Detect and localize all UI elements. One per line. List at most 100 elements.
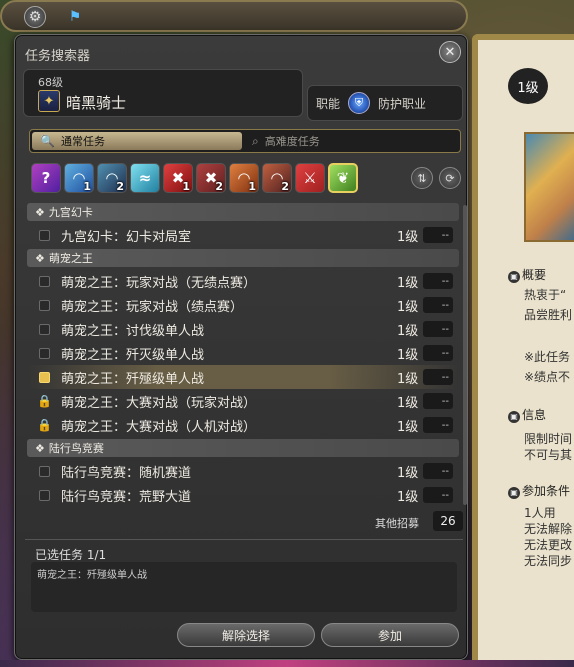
checkbox-checked[interactable] xyxy=(39,371,50,383)
guildhest-icon[interactable]: ◠ 2 xyxy=(97,163,127,193)
search-icon: ⌕ xyxy=(252,133,259,148)
duty-level: 1级 xyxy=(397,275,419,291)
duty-status: -- xyxy=(423,393,453,409)
duty-status: -- xyxy=(423,369,453,385)
condition-line: 1人用 xyxy=(524,506,556,520)
duty-status: -- xyxy=(423,487,453,503)
recruit-count: 26 xyxy=(433,511,463,531)
tab-high-end-duty[interactable]: ⌕ 高难度任务 xyxy=(244,130,460,152)
duty-name: 萌宠之王：大赛对战（人机对战） xyxy=(61,419,257,435)
duty-level: 1级 xyxy=(397,419,419,435)
refresh-icon[interactable]: ⟳ xyxy=(439,167,461,189)
category-header[interactable]: ❖ 萌宠之王 xyxy=(27,249,459,267)
recruit-label: 其他招募 xyxy=(375,517,419,530)
summary-line: 品尝胜利 xyxy=(524,308,573,322)
duty-category-filters: ? ◠ 1 ◠ 2 ≈ ✖ 1 ✖ 2 ◠ 1 ◠ 2 ⚔ ❦ xyxy=(31,163,358,193)
selected-list: 萌宠之王：歼殛级单人战 xyxy=(31,562,457,612)
list-item[interactable]: 萌宠之王：讨伐级单人战 1级 -- xyxy=(27,317,459,341)
checkbox[interactable] xyxy=(39,465,50,477)
quest-flag-icon[interactable]: ⚑ xyxy=(64,6,86,28)
job-name: 暗黑骑士 xyxy=(66,94,127,112)
duty-name: 陆行鸟竞赛：荒野大道 xyxy=(61,489,192,505)
duty-level: 1级 xyxy=(397,347,419,363)
duty-type-tabs: 🔍 通常任务 ⌕ 高难度任务 xyxy=(29,129,461,153)
category-header[interactable]: ❖ 九宫幻卡 xyxy=(27,203,459,221)
duty-name: 萌宠之王：大赛对战（玩家对战） xyxy=(61,395,257,411)
filter-count: 2 xyxy=(116,180,124,193)
ex-icon[interactable]: ◠ 2 xyxy=(262,163,292,193)
selected-item: 萌宠之王：歼殛级单人战 xyxy=(37,570,147,581)
close-icon[interactable]: ✕ xyxy=(439,41,461,63)
join-button[interactable]: 参加 xyxy=(321,623,459,647)
duty-level: 1级 xyxy=(397,299,419,315)
duty-name: 萌宠之王：歼殛级单人战 xyxy=(61,371,205,387)
tab-label: 高难度任务 xyxy=(264,135,320,148)
summary-heading: ▣ 概要 xyxy=(508,266,546,283)
checkbox[interactable] xyxy=(39,347,50,359)
duty-status: -- xyxy=(423,417,453,433)
filter-count: 1 xyxy=(83,180,91,193)
checkbox[interactable] xyxy=(39,299,50,311)
sort-icon[interactable]: ⇅ xyxy=(411,167,433,189)
duty-name: 九宫幻卡：幻卡对局室 xyxy=(61,229,192,245)
list-scrollbar[interactable] xyxy=(463,205,467,505)
search-icon: 🔍 xyxy=(40,134,55,148)
question-icon[interactable]: ? xyxy=(31,163,61,193)
duty-level-badge: 1级 xyxy=(508,68,548,104)
crossed-swords-icon[interactable]: ⚔ xyxy=(295,163,325,193)
filter-count: 2 xyxy=(281,180,289,193)
list-item[interactable]: 萌宠之王：玩家对战（无绩点赛） 1级 -- xyxy=(27,269,459,293)
duty-info-panel: 1级 ▣ 概要 热衷于“ 品尝胜利 ※此任务 ※绩点不 ▣ 信息 限制时间 不可与其… xyxy=(472,34,574,660)
job-panel: 68级 ✦ 暗黑骑士 xyxy=(23,69,303,117)
selected-duty-panel: 已选任务 1/1 萌宠之王：歼殛级单人战 xyxy=(25,539,463,613)
checkbox[interactable] xyxy=(39,323,50,335)
filter-count: 1 xyxy=(248,180,256,193)
checkbox[interactable] xyxy=(39,229,50,241)
tab-normal-duty[interactable]: 🔍 通常任务 xyxy=(32,132,242,150)
checkbox[interactable] xyxy=(39,275,50,287)
role-panel: 职能 ⛨ 防护职业 xyxy=(307,85,463,121)
list-item[interactable]: 陆行鸟竞赛：荒野大道 1级 -- xyxy=(27,483,459,505)
duty-thumbnail xyxy=(524,132,574,242)
duty-name: 陆行鸟竞赛：随机赛道 xyxy=(61,465,192,481)
pvp-icon[interactable]: ✖ 2 xyxy=(196,163,226,193)
summary-note: ※绩点不 xyxy=(524,370,571,384)
duty-list: ❖ 九宫幻卡 九宫幻卡：幻卡对局室 1级 -- ❖ 萌宠之王 萌宠之王：玩家对战（无… xyxy=(27,201,459,505)
duty-status: -- xyxy=(423,463,453,479)
list-item[interactable]: 陆行鸟竞赛：随机赛道 1级 -- xyxy=(27,459,459,483)
trial-icon[interactable]: ≈ xyxy=(130,163,160,193)
lock-icon: 🔒 xyxy=(37,394,52,408)
duty-status: -- xyxy=(423,321,453,337)
dark-knight-job-icon: ✦ xyxy=(38,90,60,112)
info-line: 不可与其 xyxy=(524,448,573,462)
list-item[interactable]: 萌宠之王：玩家对战（绩点赛） 1级 -- xyxy=(27,293,459,317)
filter-count: 2 xyxy=(215,180,223,193)
filter-count: 1 xyxy=(182,180,190,193)
list-item-locked[interactable]: 🔒 萌宠之王：大赛对战（人机对战） 1级 -- xyxy=(27,413,459,437)
duty-status: -- xyxy=(423,297,453,313)
shield-icon: ⛨ xyxy=(348,92,371,114)
condition-line: 无法更改 xyxy=(524,538,573,552)
category-header[interactable]: ❖ 陆行鸟竞赛 xyxy=(27,439,459,457)
checkbox[interactable] xyxy=(39,489,50,501)
gold-saucer-icon[interactable]: ◠ 1 xyxy=(229,163,259,193)
list-item[interactable]: 萌宠之王：歼灭级单人战 1级 -- xyxy=(27,341,459,365)
conditions-heading: ▣ 参加条件 xyxy=(508,482,570,499)
duty-name: 萌宠之王：玩家对战（无绩点赛） xyxy=(61,275,257,291)
list-item-locked[interactable]: 🔒 萌宠之王：大赛对战（玩家对战） 1级 -- xyxy=(27,389,459,413)
gear-icon[interactable]: ⚙ xyxy=(24,6,46,28)
clear-selection-button[interactable]: 解除选择 xyxy=(177,623,315,647)
top-hud-bar: ⚙ ⚑ xyxy=(0,0,468,32)
chocobo-icon[interactable]: ❦ xyxy=(328,163,358,193)
diamond-icon: ❖ xyxy=(35,251,45,265)
summary-line: 热衷于“ xyxy=(524,288,567,302)
duty-finder-window: 任务搜索器 ✕ 68级 ✦ 暗黑骑士 职能 ⛨ 防护职业 🔍 通常任务 ⌕ 高难… xyxy=(14,34,468,660)
tab-label: 通常任务 xyxy=(60,135,105,148)
list-item-selected[interactable]: 萌宠之王：歼殛级单人战 1级 -- xyxy=(27,365,459,389)
info-icon: ▣ xyxy=(508,487,520,499)
dungeon-icon[interactable]: ◠ 1 xyxy=(64,163,94,193)
info-heading: ▣ 信息 xyxy=(508,406,546,423)
raid-icon[interactable]: ✖ 1 xyxy=(163,163,193,193)
duty-status: -- xyxy=(423,227,453,243)
list-item[interactable]: 九宫幻卡：幻卡对局室 1级 -- xyxy=(27,223,459,247)
